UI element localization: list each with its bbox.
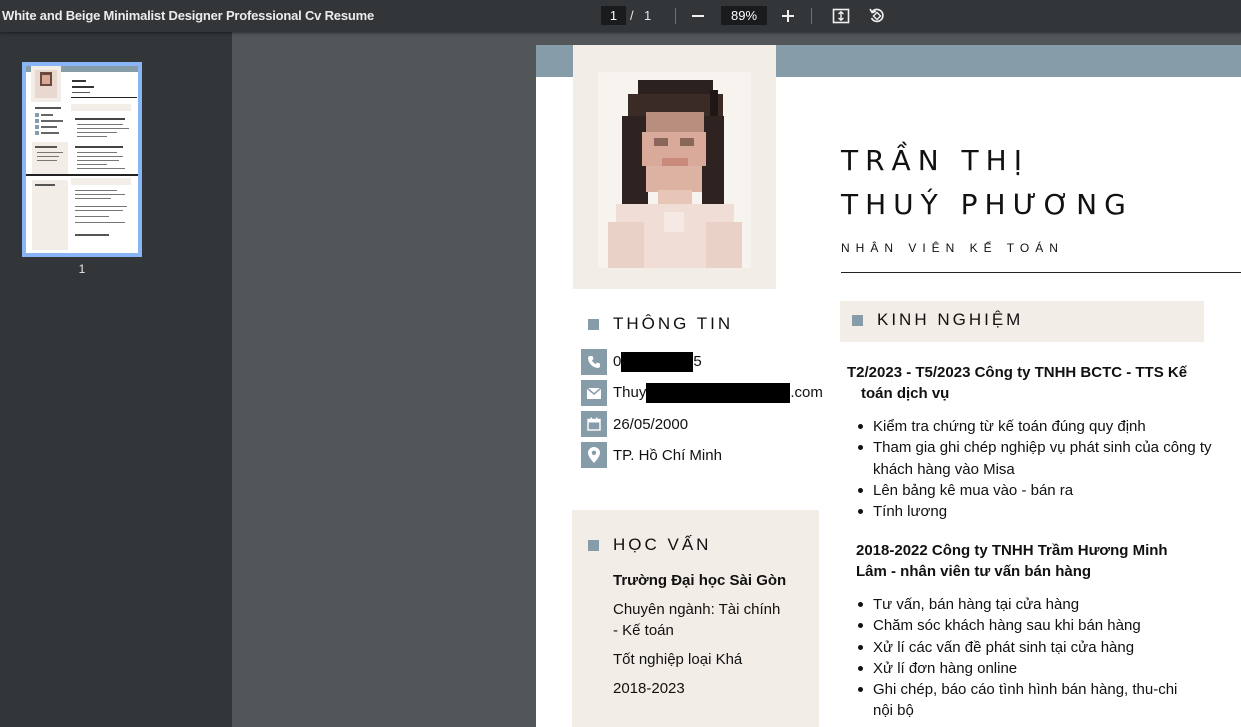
toolbar-divider <box>675 8 676 24</box>
list-item-continuation: nội bộ <box>873 702 914 720</box>
page-thumbnail[interactable] <box>22 62 142 257</box>
list-item: Chăm sóc khách hàng sau khi bán hàng <box>857 615 1177 636</box>
contact-phone-row: 05 <box>581 349 702 375</box>
profile-photo <box>598 72 751 268</box>
job1-title-line1: T2/2023 - T5/2023 Công ty TNHH BCTC - TT… <box>847 364 1188 381</box>
section-bullet-square <box>588 318 599 330</box>
job2-duties: Tư vấn, bán hàng tại cửa hàng Chăm sóc k… <box>857 594 1177 722</box>
list-item: Tư vấn, bán hàng tại cửa hàng <box>857 594 1177 615</box>
pdf-toolbar: White and Beige Minimalist Designer Prof… <box>0 0 1241 32</box>
graduation-grade: Tốt nghiệp loại Khá <box>613 651 743 668</box>
experience-heading-text: KINH NGHIỆM <box>877 310 1024 329</box>
list-item: Ghi chép, báo cáo tình hình bán hàng, th… <box>857 679 1177 700</box>
list-item: Tính lương <box>858 501 1212 522</box>
school-name: Trường Đại học Sài Gòn <box>613 572 787 589</box>
total-pages: 1 <box>644 8 652 23</box>
education-panel: HỌC VẤN Trường Đại học Sài Gòn Chuyên ng… <box>572 510 819 727</box>
education-years: 2018-2023 <box>613 680 685 697</box>
minus-icon <box>692 15 704 17</box>
job1-duties: Kiểm tra chứng từ kế toán đúng quy định … <box>858 416 1212 522</box>
experience-section-heading: KINH NGHIỆM <box>852 310 1023 330</box>
candidate-name-line2: THUÝ PHƯƠNG <box>841 188 1133 221</box>
list-item: Kiểm tra chứng từ kế toán đúng quy định <box>858 416 1212 437</box>
list-item-continuation: khách hàng vào Misa <box>873 460 1015 478</box>
fit-to-page-button[interactable] <box>829 4 853 28</box>
rotate-button[interactable] <box>865 4 889 28</box>
page-separator: / <box>630 8 634 23</box>
major-line2: - Kế toán <box>613 622 674 639</box>
location: TP. Hồ Chí Minh <box>613 446 722 464</box>
list-item: Xử lí các vấn đề phát sinh tại cửa hàng <box>857 637 1177 658</box>
plus-icon <box>782 10 794 22</box>
photo-frame <box>573 45 776 289</box>
list-item: Xử lí đơn hàng online <box>857 658 1177 679</box>
contact-email-row: Thuy .com <box>581 380 823 406</box>
zoom-level-input[interactable]: 89% <box>721 6 767 25</box>
contact-location-row: TP. Hồ Chí Minh <box>581 442 722 468</box>
birthday: 26/05/2000 <box>613 415 689 433</box>
document-viewer[interactable]: TRẦN THỊ THUÝ PHƯƠNG NHÂN VIÊN KẾ TOÁN T… <box>232 32 1241 727</box>
pixelated-portrait-image <box>598 72 751 268</box>
major-line1: Chuyên ngành: Tài chính <box>613 601 781 618</box>
email-icon <box>581 380 607 406</box>
thumbnail-preview-image <box>26 66 138 253</box>
current-page-input[interactable]: 1 <box>601 6 626 25</box>
education-heading-text: HỌC VẤN <box>613 535 712 554</box>
contact-birthday-row: 26/05/2000 <box>581 411 688 437</box>
document-title: White and Beige Minimalist Designer Prof… <box>2 8 374 23</box>
candidate-name-line1: TRẦN THỊ <box>841 144 1029 177</box>
pdf-page: TRẦN THỊ THUÝ PHƯƠNG NHÂN VIÊN KẾ TOÁN T… <box>536 45 1241 727</box>
email-address: Thuy .com <box>613 383 823 403</box>
education-section-heading: HỌC VẤN <box>588 535 711 555</box>
redaction-bar <box>621 352 694 372</box>
phone-icon <box>581 349 607 375</box>
fit-page-icon <box>832 8 850 24</box>
rotate-icon <box>869 8 884 23</box>
job2-title-line1: 2018-2022 Công ty TNHH Trầm Hương Minh <box>856 542 1168 559</box>
list-item: Tham gia ghi chép nghiệp vụ phát sinh củ… <box>858 437 1212 458</box>
zoom-out-button[interactable] <box>686 4 710 28</box>
calendar-icon <box>581 411 607 437</box>
thumbnail-sidebar: 1 <box>0 32 232 727</box>
job1-title-line2: toán dịch vụ <box>861 385 950 402</box>
toolbar-divider <box>811 8 812 24</box>
location-pin-icon <box>581 442 607 468</box>
phone-number: 05 <box>613 352 702 372</box>
list-item: Lên bảng kê mua vào - bán ra <box>858 480 1212 501</box>
section-bullet-square <box>852 314 863 326</box>
section-bullet-square <box>588 539 599 551</box>
divider-line <box>841 272 1241 273</box>
job-title: NHÂN VIÊN KẾ TOÁN <box>841 241 1064 255</box>
zoom-in-button[interactable] <box>776 4 800 28</box>
thumbnail-page-number: 1 <box>78 262 86 276</box>
redaction-bar <box>646 383 791 403</box>
info-heading-text: THÔNG TIN <box>613 314 734 333</box>
info-section-heading: THÔNG TIN <box>588 314 733 334</box>
job2-title-line2: Lâm - nhân viên tư vấn bán hàng <box>856 563 1092 580</box>
